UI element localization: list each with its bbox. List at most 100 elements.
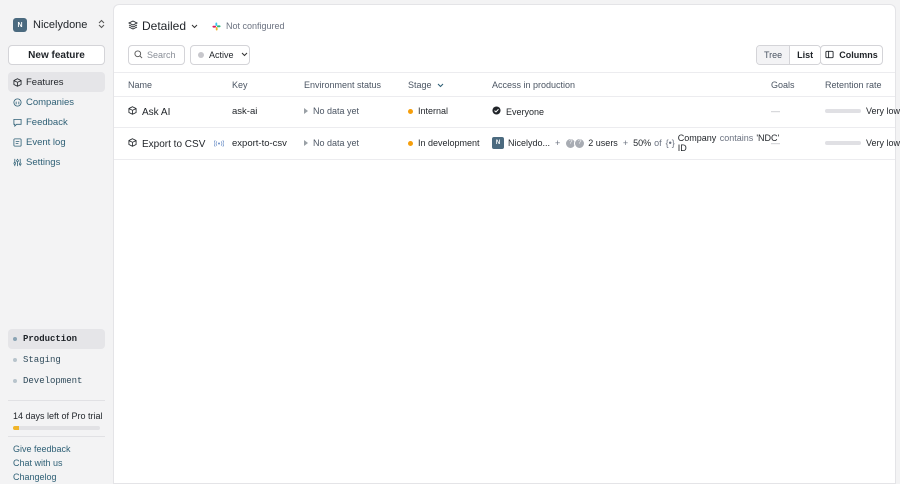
chevron-down-icon <box>241 52 248 59</box>
columns-icon <box>825 50 834 61</box>
sidebar-item-event-log[interactable]: Event log <box>8 132 105 152</box>
access-cell[interactable]: Everyone <box>492 106 544 117</box>
segment-field: Company ID <box>677 133 717 153</box>
box-icon <box>128 106 137 118</box>
access-company: Nicelydo... <box>508 138 551 148</box>
companies-icon <box>13 97 22 107</box>
stage-text: Internal <box>418 106 449 116</box>
col-header-name[interactable]: Name <box>128 80 152 90</box>
broadcast-icon <box>214 139 225 150</box>
arrow-right-icon <box>304 138 308 148</box>
slack-icon <box>212 21 221 31</box>
env-label: Staging <box>23 355 61 365</box>
sidebar-item-label: Feedback <box>26 116 68 128</box>
give-feedback-link[interactable]: Give feedback <box>13 442 71 456</box>
sidebar-item-label: Event log <box>26 136 66 148</box>
feature-name: Ask AI <box>142 106 171 118</box>
col-header-access[interactable]: Access in production <box>492 80 575 90</box>
search-box[interactable] <box>128 45 185 65</box>
environment-status-cell: No data yet <box>304 106 359 116</box>
list-view-button[interactable]: List <box>789 46 821 64</box>
chevron-down-icon[interactable] <box>191 22 198 31</box>
sort-down-icon <box>437 80 444 90</box>
plus-separator: + <box>622 138 629 148</box>
stage-text: In development <box>418 138 480 148</box>
access-users: 2 users <box>588 138 618 148</box>
main-panel: Detailed Not configured Ac <box>113 4 900 484</box>
org-avatar: N <box>13 18 27 32</box>
table-row[interactable]: Export to CSV export-to-csv No data yet … <box>114 128 900 160</box>
env-item-staging[interactable]: Staging <box>8 350 105 370</box>
segment-operator: contains <box>719 133 754 143</box>
view-selector[interactable]: Detailed <box>142 19 186 33</box>
slack-integration-status[interactable]: Not configured <box>212 21 285 31</box>
sidebar-item-features[interactable]: Features <box>8 72 105 92</box>
box-icon <box>13 77 22 87</box>
check-circle-icon <box>492 106 501 117</box>
chat-with-us-link[interactable]: Chat with us <box>13 456 71 470</box>
trial-progress-fill <box>13 426 20 430</box>
table-row[interactable]: Ask AI ask-ai No data yet Internal Every… <box>114 97 900 128</box>
tree-view-button[interactable]: Tree <box>757 46 790 64</box>
features-table: Name Key Environment status Stage Access… <box>114 72 900 160</box>
integration-status-text: Not configured <box>226 21 285 31</box>
sidebar-item-settings[interactable]: Settings <box>8 152 105 172</box>
changelog-link[interactable]: Changelog <box>13 470 71 484</box>
retention-cell: Very low <box>825 138 900 148</box>
trial-progress-bar <box>13 426 100 430</box>
col-header-key[interactable]: Key <box>232 80 248 90</box>
col-header-environment-status[interactable]: Environment status <box>304 80 381 90</box>
sidebar-item-label: Companies <box>26 96 75 108</box>
sidebar-item-label: Features <box>26 76 64 88</box>
layers-icon <box>127 19 139 33</box>
col-header-retention[interactable]: Retention rate <box>825 80 882 90</box>
sidebar-divider <box>8 400 105 401</box>
feature-name: Export to CSV <box>142 138 206 150</box>
stage-dot-icon <box>408 108 413 114</box>
sidebar-divider <box>8 436 105 437</box>
columns-button[interactable]: Columns <box>820 45 883 65</box>
plus-separator: + <box>555 138 561 148</box>
env-dot-icon <box>13 337 17 341</box>
sidebar-item-label: Settings <box>26 156 61 168</box>
org-switcher[interactable]: N Nicelydone <box>13 17 105 33</box>
access-cell[interactable]: N Nicelydo... + ? ? 2 users + 50% of {•}… <box>492 133 779 153</box>
feature-key: ask-ai <box>232 106 258 117</box>
feature-name-cell[interactable]: Ask AI <box>128 106 170 118</box>
new-feature-button[interactable]: New feature <box>8 45 105 65</box>
environment-status-text: No data yet <box>313 106 360 116</box>
table-header: Name Key Environment status Stage Access… <box>114 72 895 97</box>
environment-list: Production Staging Development <box>8 329 105 392</box>
stage-cell[interactable]: Internal <box>408 106 448 116</box>
search-input[interactable] <box>147 50 183 60</box>
env-item-development[interactable]: Development <box>8 371 105 391</box>
env-dot-icon <box>13 379 17 383</box>
sidebar-nav: Features Companies Feedback Event log Se… <box>8 72 105 172</box>
status-dot-icon <box>198 52 204 58</box>
chevron-up-down-icon <box>98 19 105 31</box>
sidebar-item-companies[interactable]: Companies <box>8 92 105 112</box>
feature-name-cell[interactable]: Export to CSV <box>128 138 225 150</box>
box-icon <box>128 138 137 150</box>
event-log-icon <box>13 137 22 147</box>
stage-dot-icon <box>408 140 413 146</box>
col-header-goals[interactable]: Goals <box>771 80 795 90</box>
feedback-icon <box>13 118 22 127</box>
retention-text: Very low <box>866 138 900 148</box>
env-label: Development <box>23 376 83 386</box>
goals-cell: — <box>771 138 780 148</box>
goals-cell: — <box>771 106 780 116</box>
sidebar-item-feedback[interactable]: Feedback <box>8 112 105 132</box>
feature-key: export-to-csv <box>232 138 287 149</box>
filter-bar: Active Tree List Columns <box>128 45 883 65</box>
col-header-stage[interactable]: Stage <box>408 80 444 90</box>
status-filter-dropdown[interactable]: Active <box>190 45 250 65</box>
retention-bar <box>825 141 861 145</box>
access-of: of <box>654 138 662 148</box>
env-item-production[interactable]: Production <box>8 329 105 349</box>
sidebar: N Nicelydone New feature Features Compan… <box>0 0 113 484</box>
org-name: Nicelydone <box>33 19 88 31</box>
stage-cell[interactable]: In development <box>408 138 480 148</box>
search-icon <box>134 48 143 62</box>
user-avatar: ? <box>574 137 586 149</box>
